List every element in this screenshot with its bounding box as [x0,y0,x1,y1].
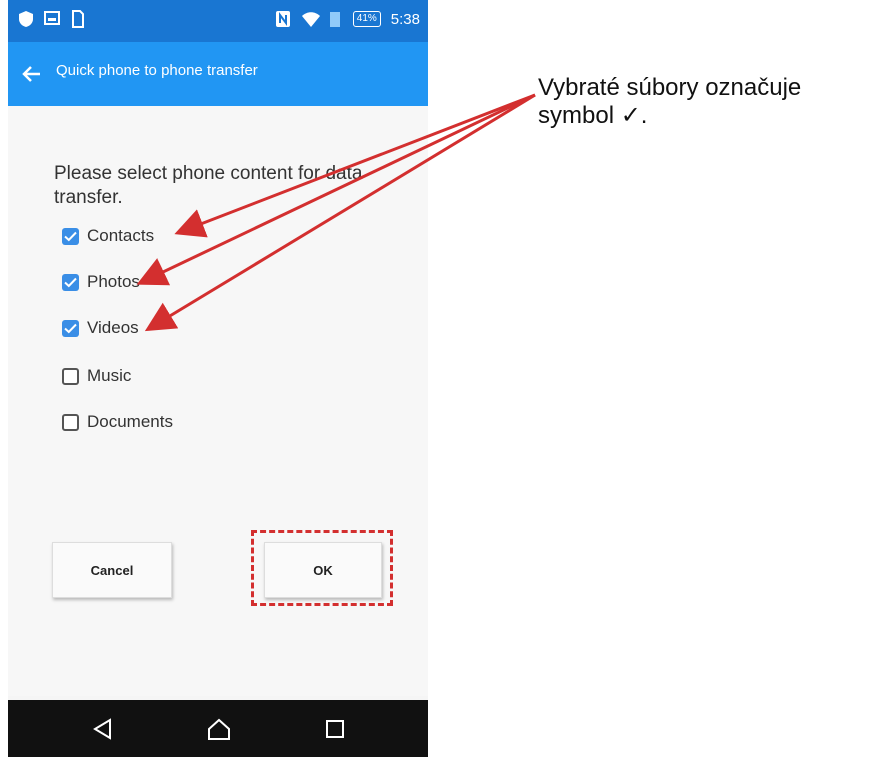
option-label: Contacts [87,226,155,245]
checkbox-checked-icon[interactable] [62,227,79,245]
option-documents[interactable]: Documents [62,412,173,432]
app-bar: Quick phone to phone transfer [8,42,428,106]
option-music[interactable]: Music [62,366,131,386]
arrow-left-icon[interactable] [18,60,46,88]
option-contacts[interactable]: Contacts [62,226,154,246]
option-label: Documents [87,412,173,431]
option-label: Music [87,366,132,385]
annotation-text: Vybraté súbory označuje symbol ✓. [538,74,868,130]
content-area: Please select phone content for data tra… [8,106,428,696]
recents-square-icon[interactable] [322,716,348,742]
checkbox-unchecked-icon[interactable] [62,413,79,431]
option-photos[interactable]: Photos [62,272,140,292]
shield-icon [18,10,34,28]
annotation-line-1: Vybraté súbory označuje [538,74,802,101]
nfc-icon [275,10,291,28]
page-title: Quick phone to phone transfer [56,62,258,79]
sim-icon [70,10,86,28]
option-label: Videos [87,318,139,337]
option-label: Photos [87,272,140,291]
checkbox-checked-icon[interactable] [62,319,79,337]
navigation-bar [8,700,428,757]
cancel-button[interactable]: Cancel [52,542,172,598]
ok-highlight-box [251,530,393,606]
status-bar: 41% 5:38 [8,0,428,42]
image-icon [44,10,60,28]
signal-icon [327,10,343,28]
home-icon[interactable] [206,716,232,742]
back-triangle-icon[interactable] [90,716,116,742]
checkbox-unchecked-icon[interactable] [62,367,79,385]
phone-screen: 41% 5:38 Quick phone to phone transfer P… [8,0,428,757]
option-videos[interactable]: Videos [62,318,139,338]
battery-icon: 41% [352,11,381,27]
prompt-text: Please select phone content for data tra… [54,163,363,208]
wifi-icon [301,10,320,28]
checkbox-checked-icon[interactable] [62,273,79,291]
annotation-line-2: symbol ✓. [538,102,648,129]
clock: 5:38 [390,10,420,28]
